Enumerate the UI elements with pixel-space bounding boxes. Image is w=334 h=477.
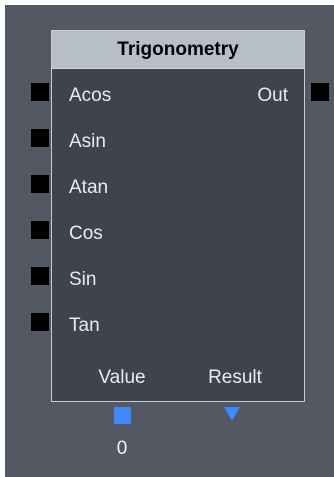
input-pin-atan[interactable] [31,175,49,193]
input-pin-tan[interactable] [31,313,49,331]
trigonometry-node[interactable]: Trigonometry Acos Asin Atan Cos Sin Tan … [51,30,305,402]
input-label-tan: Tan [69,315,100,336]
input-pin-asin[interactable] [31,129,49,147]
result-port-triangle[interactable] [224,407,240,421]
input-label-cos: Cos [69,223,103,244]
input-label-sin: Sin [69,269,97,290]
input-label-asin: Asin [69,131,106,152]
input-pin-sin[interactable] [31,267,49,285]
input-pin-acos[interactable] [31,83,49,101]
output-pin-out[interactable] [311,83,329,101]
output-label-out: Out [257,85,288,106]
value-label: Value [98,367,146,388]
result-label: Result [208,367,262,388]
graph-canvas[interactable]: Trigonometry Acos Asin Atan Cos Sin Tan … [5,5,334,477]
input-label-acos: Acos [69,85,112,106]
input-pin-cos[interactable] [31,221,49,239]
node-title[interactable]: Trigonometry [52,31,304,69]
value-port-square[interactable] [114,407,131,424]
input-label-atan: Atan [69,177,109,198]
value-readout: 0 [116,438,128,459]
